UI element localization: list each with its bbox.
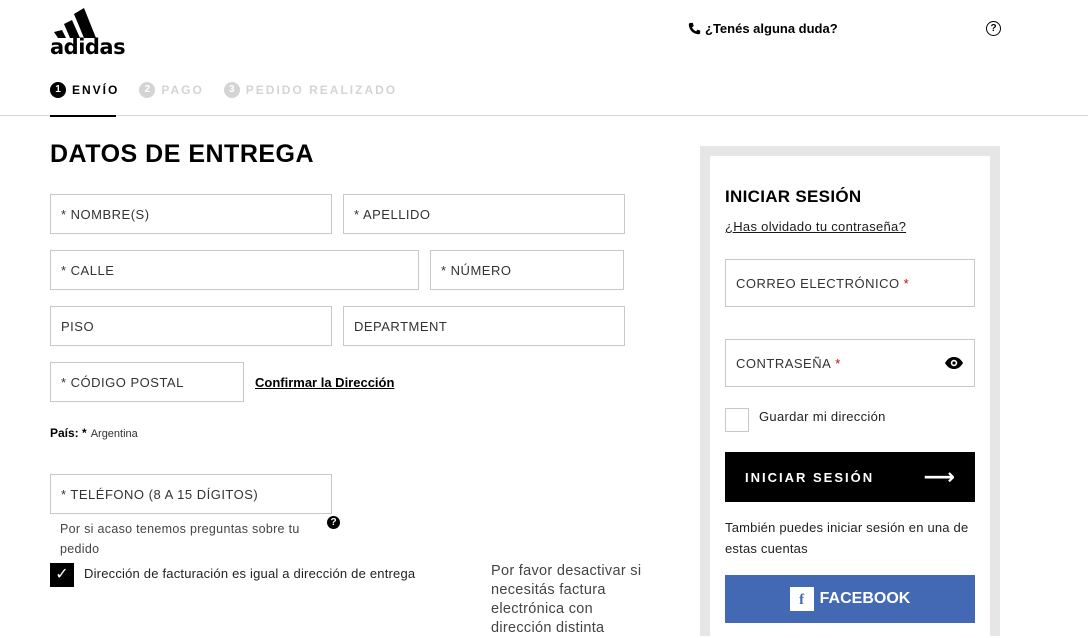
- active-step-underline: [50, 115, 116, 117]
- password-field[interactable]: CONTRASEÑA *: [725, 339, 975, 387]
- facebook-login-button[interactable]: f FACEBOOK: [725, 575, 975, 623]
- arrow-right-icon: ⟶: [923, 464, 955, 489]
- help-link-label: ¿Tenés alguna duda?: [705, 21, 838, 36]
- email-field[interactable]: CORREO ELECTRÓNICO *: [725, 259, 975, 307]
- step-shipping: 1 ENVÍO: [50, 82, 119, 98]
- street-number-field[interactable]: * NÚMERO: [430, 250, 624, 290]
- phone-icon: [688, 22, 701, 35]
- step-number: 3: [223, 82, 240, 98]
- checkout-steps: 1 ENVÍO 2 PAGO 3 PEDIDO REALIZADO: [50, 82, 397, 98]
- forgot-password-link[interactable]: ¿Has olvidado tu contraseña?: [725, 219, 906, 234]
- postal-code-field[interactable]: * CÓDIGO POSTAL: [50, 362, 244, 402]
- step-label: PEDIDO REALIZADO: [245, 83, 398, 97]
- facebook-label: FACEBOOK: [819, 590, 911, 607]
- confirm-address-link[interactable]: Confirmar la Dirección: [255, 375, 394, 390]
- help-link[interactable]: ¿Tenés alguna duda?: [688, 21, 838, 36]
- street-field[interactable]: * CALLE: [50, 250, 419, 290]
- adidas-logo-icon: [54, 8, 96, 38]
- question-icon[interactable]: ?: [986, 21, 1001, 36]
- last-name-field[interactable]: * APELLIDO: [343, 194, 625, 234]
- logo-wordmark: adidas: [50, 35, 126, 59]
- save-address-checkbox[interactable]: [725, 408, 749, 432]
- login-button[interactable]: INICIAR SESIÓN ⟶: [725, 452, 975, 502]
- step-payment: 2 PAGO: [139, 82, 203, 98]
- adidas-logo[interactable]: adidas: [50, 8, 126, 59]
- phone-help-text: Por si acaso tenemos preguntas sobre tu …: [60, 519, 332, 559]
- info-icon[interactable]: ?: [327, 516, 340, 529]
- save-address-label: Guardar mi dirección: [759, 409, 886, 424]
- step-order-placed: 3 PEDIDO REALIZADO: [223, 82, 398, 98]
- apartment-field[interactable]: DEPARTMENT: [343, 306, 625, 346]
- phone-help-label: Por si acaso tenemos preguntas sobre tu …: [60, 522, 300, 556]
- required-mark: *: [835, 355, 841, 371]
- step-number: 2: [139, 82, 156, 98]
- step-label: ENVÍO: [72, 83, 120, 97]
- email-label: CORREO ELECTRÓNICO: [736, 275, 900, 291]
- country-label: País: *: [50, 426, 87, 440]
- delivery-title: DATOS DE ENTREGA: [50, 140, 315, 168]
- password-label: CONTRASEÑA: [736, 355, 832, 371]
- first-name-field[interactable]: * NOMBRE(S): [50, 194, 332, 234]
- floor-field[interactable]: PISO: [50, 306, 332, 346]
- step-number: 1: [50, 82, 66, 98]
- header-divider: [0, 115, 1088, 116]
- required-mark: *: [903, 275, 910, 291]
- billing-same-checkbox[interactable]: ✓: [50, 563, 74, 587]
- login-title: INICIAR SESIÓN: [725, 187, 862, 206]
- phone-field[interactable]: * TELÉFONO (8 A 15 DÍGITOS): [50, 474, 332, 514]
- billing-same-label: Dirección de facturación es igual a dire…: [84, 566, 416, 581]
- country-value: Argentina: [90, 428, 138, 440]
- login-button-label: INICIAR SESIÓN: [745, 469, 875, 485]
- einvoice-note: Por favor desactivar si necesitás factur…: [491, 563, 642, 636]
- country-row: País: * Argentina: [50, 426, 138, 440]
- social-login-text: También puedes iniciar sesión en una de …: [725, 520, 969, 556]
- step-label: PAGO: [161, 83, 204, 97]
- show-password-icon[interactable]: [944, 356, 964, 370]
- facebook-icon: f: [789, 587, 814, 611]
